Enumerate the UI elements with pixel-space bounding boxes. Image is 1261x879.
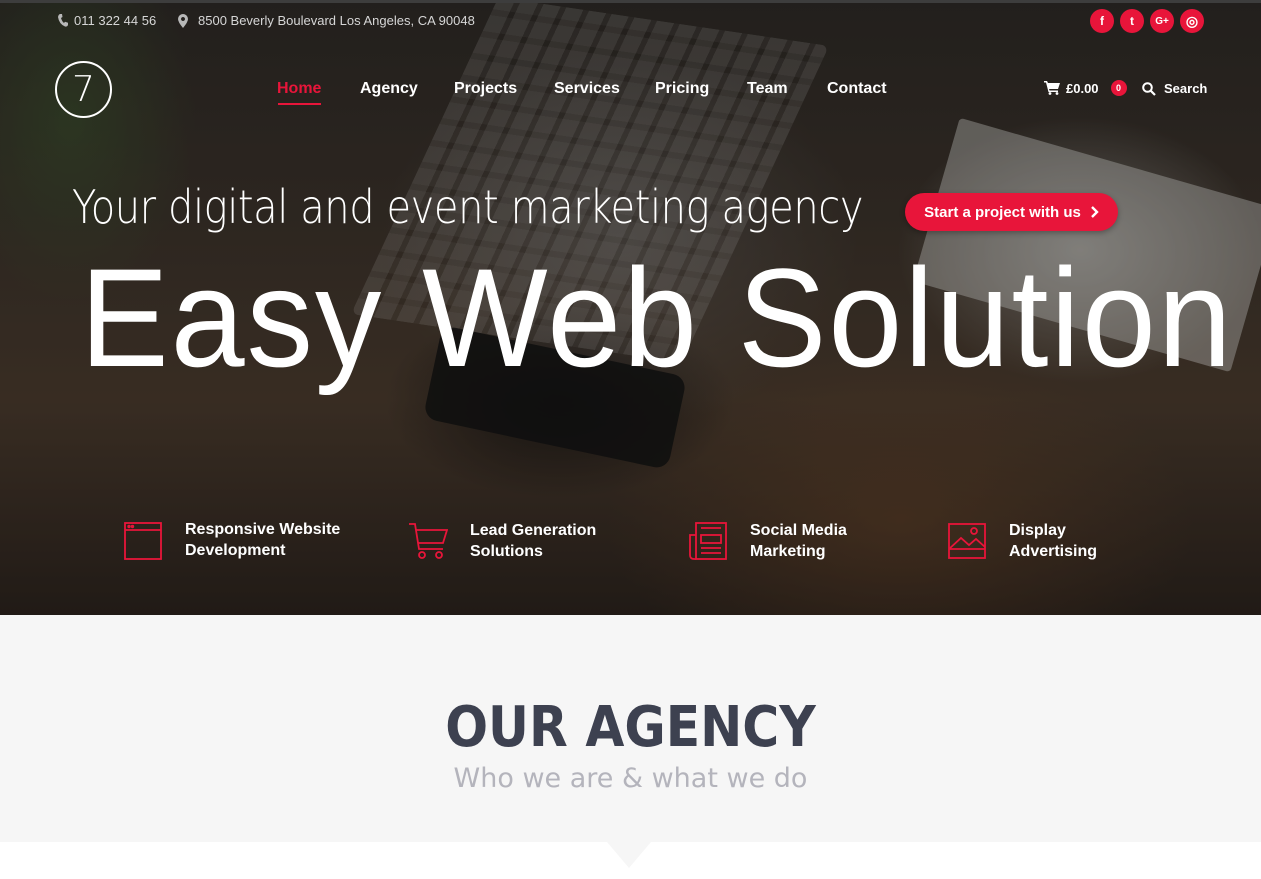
topbar-address: 8500 Beverly Boulevard Los Angeles, CA 9… <box>178 13 475 28</box>
topbar-phone: 011 322 44 56 <box>58 13 156 28</box>
feature-responsive-web[interactable]: Responsive Website Development <box>123 519 340 561</box>
image-icon <box>947 521 987 561</box>
nav-contact[interactable]: Contact <box>827 80 887 98</box>
cart-count-badge: 0 <box>1110 80 1127 96</box>
search-icon <box>1142 81 1156 96</box>
location-pin-icon <box>178 13 188 28</box>
nav-pricing[interactable]: Pricing <box>655 80 709 98</box>
feature-display-advertising[interactable]: Display Advertising <box>947 520 1097 562</box>
nav-team[interactable]: Team <box>747 80 788 98</box>
dribbble-icon[interactable]: ◎ <box>1180 9 1204 33</box>
feature-label: Display Advertising <box>1009 522 1098 560</box>
feature-label: Responsive Website Development <box>185 521 341 559</box>
nav-home[interactable]: Home <box>277 80 321 98</box>
site-logo[interactable]: 7 <box>55 61 112 118</box>
feature-label: Social Media Marketing <box>750 522 847 560</box>
section-arrow-notch <box>607 842 651 868</box>
feature-lead-generation[interactable]: Lead Generation Solutions <box>408 520 596 562</box>
nav-active-indicator <box>278 103 321 105</box>
twitter-icon[interactable]: t <box>1120 9 1144 33</box>
nav-agency[interactable]: Agency <box>360 80 418 98</box>
section-title: OUR AGENCY <box>445 695 816 760</box>
address-text: 8500 Beverly Boulevard Los Angeles, CA 9… <box>198 13 475 28</box>
search-label: Search <box>1164 81 1208 96</box>
browser-window-icon <box>123 520 163 560</box>
hero-tagline: Your digital and event marketing agency <box>72 180 864 234</box>
search-button[interactable]: Search <box>1142 81 1207 96</box>
hero-headline: Easy Web Solution <box>80 239 1234 396</box>
phone-number: 011 322 44 56 <box>74 13 157 28</box>
cart-total: £0.00 <box>1066 80 1099 96</box>
feature-social-media[interactable]: Social Media Marketing <box>688 520 847 562</box>
section-subtitle: Who we are & what we do <box>453 763 808 794</box>
newspaper-icon <box>688 521 728 561</box>
start-project-button[interactable]: Start a project with us <box>905 193 1118 231</box>
cart-button[interactable]: £0.00 0 <box>1044 80 1127 96</box>
phone-icon <box>58 14 68 27</box>
chevron-right-icon <box>1090 206 1099 218</box>
feature-label: Lead Generation Solutions <box>470 522 597 560</box>
cta-label: Start a project with us <box>924 203 1081 221</box>
google-plus-icon[interactable]: G+ <box>1150 9 1174 33</box>
cart-icon <box>1044 81 1060 95</box>
agency-section: OUR AGENCY Who we are & what we do <box>0 615 1261 842</box>
shopping-cart-icon <box>408 521 449 561</box>
facebook-icon[interactable]: f <box>1090 9 1114 33</box>
hero-section: 011 322 44 56 8500 Beverly Boulevard Los… <box>0 0 1261 615</box>
nav-services[interactable]: Services <box>554 80 620 98</box>
nav-projects[interactable]: Projects <box>454 80 517 98</box>
